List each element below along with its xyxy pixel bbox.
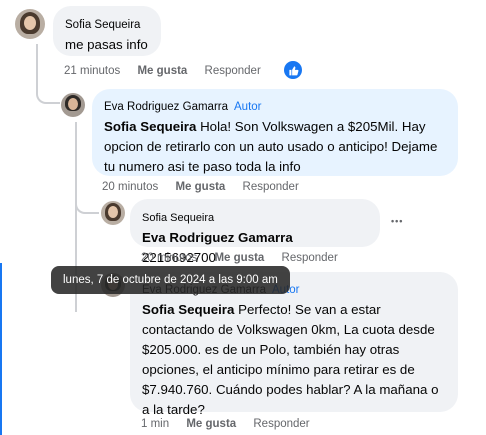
comment-bubble: Sofia Sequeira me pasas info	[53, 6, 161, 56]
comment-actions: 20 minutos Me gusta Responder	[141, 252, 352, 264]
timestamp-tooltip: lunes, 7 de octubre de 2024 a las 9:00 a…	[51, 266, 290, 294]
mention-link[interactable]: Sofia Sequeira	[142, 302, 234, 317]
comment-author[interactable]: Sofia Sequeira	[142, 212, 214, 224]
reply-button[interactable]: Responder	[243, 181, 299, 193]
avatar[interactable]	[15, 9, 45, 39]
reply-button[interactable]: Responder	[253, 418, 309, 430]
mention-link[interactable]: Sofia Sequeira	[104, 119, 196, 134]
mention-link[interactable]: Eva Rodriguez Gamarra	[142, 230, 293, 245]
comment-text: me pasas info	[65, 37, 148, 52]
comment-body: Perfecto! Se van a estar contactando de …	[142, 302, 439, 417]
avatar[interactable]	[61, 93, 85, 117]
comment-actions: 1 min Me gusta Responder	[141, 418, 324, 430]
like-button[interactable]: Me gusta	[186, 418, 236, 430]
like-button[interactable]: Me gusta	[175, 181, 225, 193]
comment-bubble: Eva Rodriguez Gamarra Autor Sofia Sequeir…	[92, 89, 458, 176]
comment-time[interactable]: 21 minutos	[64, 65, 120, 77]
reply-button[interactable]: Responder	[205, 65, 261, 77]
comment-actions: 20 minutos Me gusta Responder	[102, 181, 313, 193]
author-badge: Autor	[234, 101, 262, 113]
comment-time[interactable]: 20 minutos	[141, 252, 197, 264]
comment-time[interactable]: 20 minutos	[102, 181, 158, 193]
comment-author[interactable]: Sofia Sequeira	[65, 19, 140, 31]
like-button[interactable]: Me gusta	[137, 65, 187, 77]
reply-button[interactable]: Responder	[282, 252, 338, 264]
comment-time[interactable]: 1 min	[141, 418, 169, 430]
thread-line	[36, 44, 60, 104]
selection-edge	[0, 263, 2, 435]
thumbs-up-icon[interactable]	[284, 61, 302, 79]
comment-bubble: Sofia Sequeira Eva Rodriguez Gamarra 221…	[130, 199, 380, 265]
comment-text: Sofia Sequeira Perfecto! Se van a estar …	[142, 300, 446, 420]
comment-text: Sofia Sequeira Hola! Son Volkswagen a $2…	[104, 117, 446, 177]
comment-author[interactable]: Eva Rodriguez Gamarra	[104, 101, 228, 113]
like-button[interactable]: Me gusta	[214, 252, 264, 264]
avatar[interactable]	[101, 201, 125, 225]
more-options-icon[interactable]: •••	[391, 216, 403, 226]
comment-actions: 21 minutos Me gusta Responder	[64, 65, 275, 77]
thread-line	[75, 196, 99, 214]
